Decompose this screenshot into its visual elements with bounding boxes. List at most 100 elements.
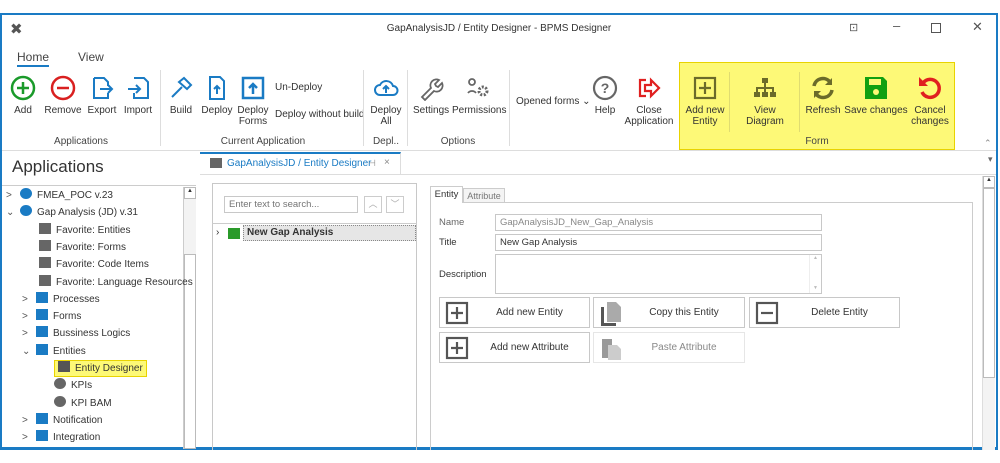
chevron-right-icon[interactable]: >	[22, 429, 36, 446]
close-button[interactable]: ✕	[972, 19, 983, 35]
sidebar-item-label: Favorite: Language Resources	[56, 276, 193, 288]
chevron-down-icon[interactable]: ⌄	[22, 343, 36, 360]
permissions-icon	[467, 78, 489, 97]
sidebar-item-favorite-language-resources[interactable]: Favorite: Language Resources	[39, 274, 193, 291]
minimize-button[interactable]: –	[893, 18, 900, 33]
sidebar-item-favorite-forms[interactable]: Favorite: Forms	[39, 239, 126, 256]
deploy-button[interactable]: Deploy	[201, 75, 233, 116]
chevron-right-icon[interactable]: >	[22, 291, 36, 308]
maximize-button[interactable]	[931, 23, 941, 33]
copy-icon	[601, 302, 621, 326]
chevron-right-icon[interactable]: >	[22, 325, 36, 342]
chevron-down-icon[interactable]: ⌄	[6, 204, 20, 221]
tree-node-new-gap-analysis[interactable]: New Gap Analysis	[243, 225, 416, 241]
sidebar-item-integration[interactable]: > Integration	[22, 429, 100, 446]
permissions-button[interactable]: Permissions	[452, 75, 506, 116]
ribbon-display-icon[interactable]: ⊡	[849, 21, 858, 34]
close-tab-icon[interactable]: ×	[384, 157, 390, 168]
cancel-changes-button[interactable]: Cancel changes	[910, 75, 950, 127]
delete-entity-action[interactable]: Delete Entity	[749, 297, 900, 328]
undeploy-button[interactable]: Un-Deploy	[275, 82, 322, 93]
tree-item-icon	[39, 274, 51, 286]
remove-button[interactable]: Remove	[44, 75, 82, 116]
sidebar-item-entity-designer[interactable]: Entity Designer	[54, 360, 147, 377]
divider	[160, 70, 161, 146]
name-field[interactable]: GapAnalysisJD_New_Gap_Analysis	[495, 214, 822, 231]
divider	[2, 185, 196, 186]
sidebar-item-favorite-entities[interactable]: Favorite: Entities	[39, 222, 130, 239]
sidebar-item-notification[interactable]: > Notification	[22, 412, 102, 429]
tab-entity[interactable]: Entity	[430, 186, 463, 203]
chevron-right-icon[interactable]: ›	[216, 227, 219, 238]
add-square-icon	[445, 301, 469, 325]
sidebar-item-bussiness-logics[interactable]: > Bussiness Logics	[22, 325, 130, 342]
tab-list-dropdown-icon[interactable]: ▾	[988, 154, 993, 165]
remove-icon	[50, 75, 76, 101]
sidebar-item-forms[interactable]: > Forms	[22, 308, 81, 325]
sidebar-item-label: Favorite: Code Items	[56, 259, 149, 271]
divider	[799, 72, 800, 132]
divider	[363, 70, 364, 146]
sidebar-item-fmea-poc-v-23[interactable]: > FMEA_POC v.23	[6, 187, 113, 204]
chevron-right-icon[interactable]: >	[22, 308, 36, 325]
title-field[interactable]: New Gap Analysis	[495, 234, 822, 251]
description-field[interactable]: ▲ ▼	[495, 254, 822, 294]
refresh-button[interactable]: Refresh	[805, 75, 841, 116]
tree-item-icon	[58, 361, 70, 372]
chevron-right-icon[interactable]: >	[6, 187, 20, 204]
sidebar-item-kpi-bam[interactable]: KPI BAM	[54, 395, 112, 412]
deploy-without-build-button[interactable]: Deploy without build	[275, 109, 365, 120]
search-input[interactable]	[224, 196, 358, 213]
sidebar-item-gap-analysis-jd-v-31[interactable]: ⌄ Gap Analysis (JD) v.31	[6, 204, 138, 221]
import-button[interactable]: Import	[122, 75, 154, 116]
add-icon	[10, 75, 36, 101]
hammer-icon	[171, 76, 193, 98]
sidebar-item-label: Bussiness Logics	[53, 328, 131, 340]
copy-entity-action[interactable]: Copy this Entity	[593, 297, 745, 328]
group-label-applications: Applications	[54, 136, 108, 147]
add-new-entity-button[interactable]: Add new Entity	[684, 75, 726, 127]
chevron-right-icon[interactable]: >	[22, 412, 36, 429]
tab-home[interactable]: Home	[17, 50, 50, 67]
export-button[interactable]: Export	[86, 75, 118, 116]
sidebar-item-kpis[interactable]: KPIs	[54, 377, 92, 394]
tree-item-icon	[36, 291, 48, 303]
sidebar-item-label: Favorite: Entities	[56, 224, 131, 236]
opened-forms-dropdown[interactable]: Opened forms ⌄	[516, 96, 591, 107]
build-button[interactable]: Build	[166, 75, 196, 116]
divider	[509, 70, 510, 146]
sidebar-scrollbar[interactable]: ▲	[183, 187, 196, 449]
tree-item-icon	[20, 205, 32, 217]
deploy-icon	[209, 76, 225, 100]
pin-icon[interactable]: ⊣	[368, 158, 376, 169]
save-changes-button[interactable]: Save changes	[844, 75, 908, 116]
add-button[interactable]: Add	[8, 75, 38, 116]
tree-item-icon	[36, 326, 48, 338]
tab-entity-designer[interactable]: GapAnalysisJD / Entity Designer ⊣ ×	[200, 152, 401, 174]
help-button[interactable]: ? Help	[590, 75, 620, 116]
sidebar-item-favorite-code-items[interactable]: Favorite: Code Items	[39, 256, 149, 273]
search-prev-button[interactable]: ︿	[364, 196, 382, 213]
tab-attribute[interactable]: Attribute	[463, 188, 505, 203]
search-next-button[interactable]: ﹀	[386, 196, 404, 213]
close-application-button[interactable]: Close Application	[624, 75, 674, 127]
tree-item-icon	[39, 257, 51, 269]
tab-view[interactable]: View	[78, 50, 104, 64]
collapse-ribbon-icon[interactable]: ⌃	[984, 138, 992, 149]
group-label-current-application: Current Application	[220, 136, 306, 147]
deploy-all-button[interactable]: Deploy All	[368, 75, 404, 127]
add-new-attribute-action[interactable]: Add new Attribute	[439, 332, 590, 363]
sidebar-item-entities[interactable]: ⌄ Entities	[22, 343, 86, 360]
title-label: Title	[439, 237, 457, 248]
tree-item-icon	[36, 412, 48, 424]
view-diagram-button[interactable]: View Diagram	[734, 75, 796, 127]
export-icon	[93, 77, 114, 99]
import-icon	[128, 77, 149, 99]
sidebar-item-label: KPIs	[71, 380, 93, 392]
deploy-forms-button[interactable]: Deploy Forms	[237, 75, 269, 127]
settings-button[interactable]: Settings	[413, 75, 449, 116]
paste-attribute-action[interactable]: Paste Attribute	[593, 332, 745, 363]
sidebar-item-processes[interactable]: > Processes	[22, 291, 100, 308]
add-new-entity-action[interactable]: Add new Entity	[439, 297, 590, 328]
editor-scrollbar[interactable]: ▲	[982, 176, 995, 450]
